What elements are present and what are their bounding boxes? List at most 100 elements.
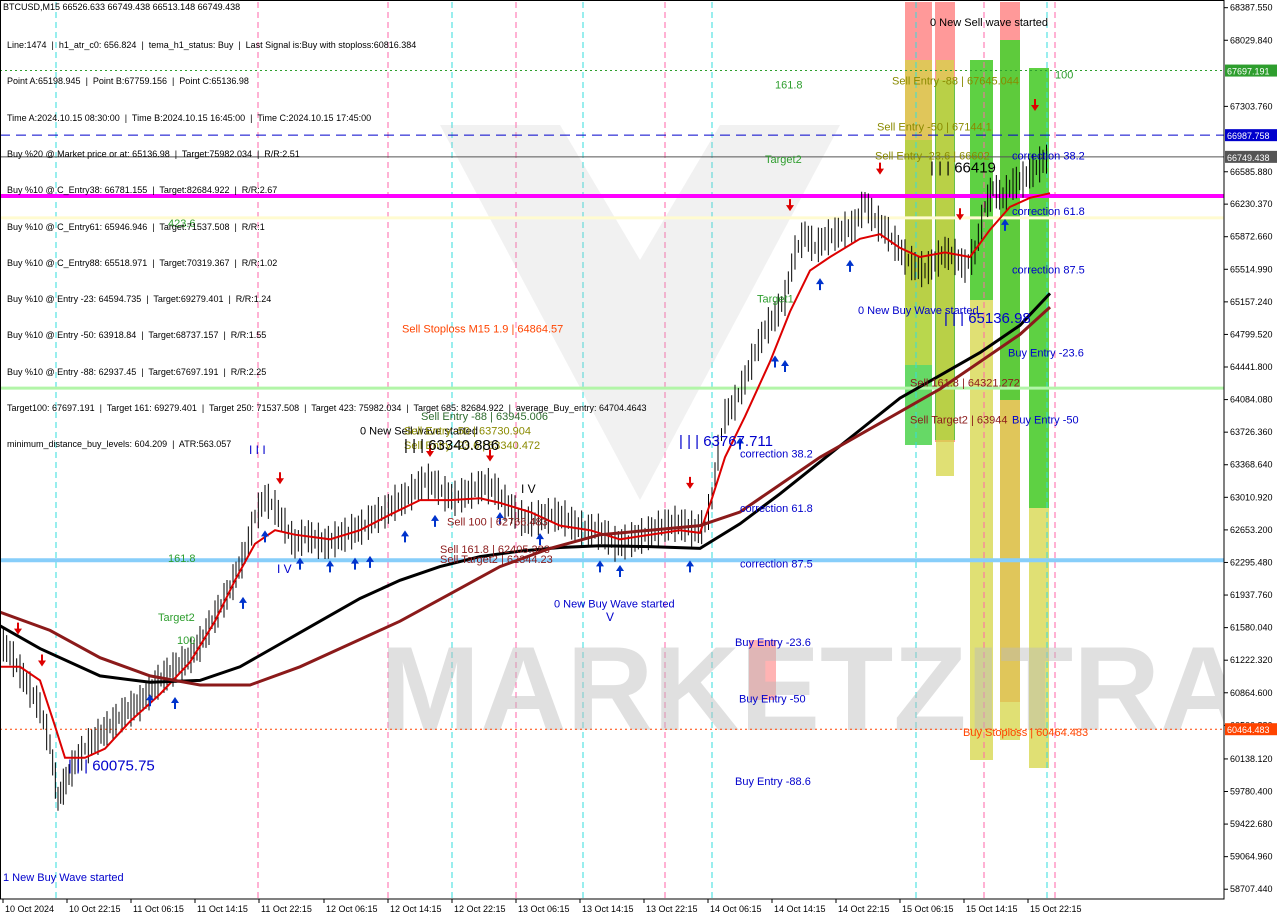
y-tick-label: 61937.760 [1230,590,1273,600]
x-tick-label: 11 Oct 14:15 [197,904,248,914]
chart-annotation: 161.8 [168,553,196,565]
y-tick-label: 60138.120 [1230,754,1273,764]
y-tick-label: 62295.480 [1230,557,1273,567]
info-line: Target100: 67697.191 | Target 161: 69279… [7,403,647,413]
chart-annotation: Buy Entry -23.6 [1008,348,1084,360]
price-tag-label: 67697.191 [1227,67,1270,77]
x-tick-label: 12 Oct 06:15 [326,904,378,914]
x-tick-label: 14 Oct 14:15 [774,904,826,914]
chart-annotation: Buy Entry -88.6 [735,776,811,788]
y-tick-label: 65872.660 [1230,232,1273,242]
chart-annotation: | | | 60075.75 [68,758,155,775]
info-line: minimum_distance_buy_levels: 604.209 | A… [7,439,232,450]
y-tick-label: 68029.840 [1230,35,1273,45]
y-tick-label: 66230.370 [1230,199,1273,209]
chart-annotation: Target1 [757,294,794,306]
y-tick-label: 68387.550 [1230,3,1273,13]
y-tick-label: 65157.240 [1230,297,1273,307]
x-tick-label: 13 Oct 14:15 [582,904,634,914]
zone-band [970,60,993,300]
info-line: Time A:2024.10.15 08:30:00 | Time B:2024… [7,112,372,123]
info-line: Buy %10 @ C_Entry38: 66781.155 | Target:… [7,185,278,196]
chart-annotation: 1 New Buy Wave started [3,872,124,884]
info-line: Buy %10 @ Entry -23: 64594.735 | Target:… [7,294,272,305]
y-axis: 68387.550 68029.840 67303.760 66585.880 6623… [1224,0,1280,920]
chart-annotation: Sell 161.8 | 64321.272 [910,377,1020,389]
y-tick-label: 61222.320 [1230,655,1273,665]
chart-annotation: I V [521,482,536,496]
info-line: Point A:65198.945 | Point B:67759.156 | … [7,76,249,87]
x-tick-label: 14 Oct 22:15 [838,904,890,914]
chart-annotation: V [606,610,614,624]
x-tick-label: 12 Oct 22:15 [454,904,506,914]
x-tick-label: 13 Oct 22:15 [646,904,698,914]
x-tick-label: 12 Oct 14:15 [390,904,442,914]
chart-annotation: | | | 65136.98 [944,310,1031,327]
chart-annotation: Target2 [158,612,195,624]
chart-title: BTCUSD,M15 66526.633 66749.438 66513.148… [3,2,241,12]
chart-annotation: correction 87.5 [1012,264,1085,276]
watermark-text: MARKETZITRADE [380,622,1280,756]
zone-band [1029,68,1049,508]
price-tag-label: 66749.438 [1227,153,1270,163]
chart-annotation: 100 [1055,69,1073,81]
y-tick-label: 63010.920 [1230,492,1273,502]
chart-annotation: correction 38.2 [1012,151,1085,163]
y-tick-label: 64441.800 [1230,362,1273,372]
chart-annotation: Sell Target2 | 62344.23 [440,554,553,566]
x-axis: 10 Oct 2024 10 Oct 22:15 11 Oct 06:15 11 Oc… [0,899,1224,920]
info-line: Buy %10 @ Entry -88: 62937.45 | Target:6… [7,366,267,377]
y-tick-label: 67303.760 [1230,101,1273,111]
x-tick-label: 15 Oct 06:15 [902,904,954,914]
chart-annotation: Sell Entry -50 | 67144.1 [877,121,992,133]
chart-annotation: Buy Entry -50 [739,693,806,705]
info-line: Buy %10 @ C_Entry88: 65518.971 | Target:… [7,257,278,268]
y-tick-label: 59422.680 [1230,819,1273,829]
y-tick-label: 63368.640 [1230,460,1273,470]
y-tick-label: 66585.880 [1230,167,1273,177]
x-tick-label: 15 Oct 14:15 [966,904,1018,914]
info-line: Buy %10 @ Entry -50: 63918.84 | Target:6… [7,330,267,341]
chart-annotation: 0 New Sell wave started [930,17,1048,29]
info-panel: Line:1474 | h1_atr_c0: 656.824 | tema_h1… [7,15,647,462]
price-tag-label: 66987.758 [1227,131,1270,141]
chart-annotation: correction 38.2 [740,448,813,460]
info-line: Line:1474 | h1_atr_c0: 656.824 | tema_h1… [7,40,417,51]
chart-annotation: 0 New Buy Wave started [554,599,675,611]
y-tick-label: 59064.960 [1230,852,1273,862]
y-tick-label: 58707.440 [1230,884,1273,894]
chart-annotation: correction 61.8 [740,503,813,515]
y-tick-label: 60864.600 [1230,688,1273,698]
chart-annotation: 161.8 [775,80,803,92]
chart-annotation: correction 87.5 [740,559,813,571]
chart-annotation: Target2 [765,154,802,166]
x-tick-label: 10 Oct 22:15 [69,904,121,914]
chart-annotation: 100 [177,635,195,647]
y-tick-label: 59780.400 [1230,787,1273,797]
y-tick-label: 61580.040 [1230,623,1273,633]
chart-annotation: Buy Entry -50 [1012,415,1079,427]
y-tick-label: 64084.080 [1230,395,1273,405]
y-tick-label: 62653.200 [1230,525,1273,535]
y-tick-label: 64799.520 [1230,329,1273,339]
info-line: Buy %10 @ C_Entry61: 65946.946 | Target:… [7,221,265,232]
chart-annotation: | | | 66419 [930,159,996,176]
y-tick-label: 63726.360 [1230,427,1273,437]
chart-annotation: Sell Entry -88 | 67645.044 [892,75,1019,87]
x-tick-label: 15 Oct 22:15 [1030,904,1082,914]
x-tick-label: 14 Oct 06:15 [710,904,762,914]
y-tick-label: 65514.990 [1230,264,1273,274]
x-tick-label: 13 Oct 06:15 [518,904,570,914]
x-tick-label: 11 Oct 06:15 [133,904,184,914]
chart-annotation: Buy Stoploss | 60464.483 [963,727,1088,739]
x-tick-label: 11 Oct 22:15 [261,904,312,914]
zone-band [905,60,932,365]
info-line: Buy %20 @ Market price or at: 65136.98 |… [7,149,300,160]
price-tag-label: 60464.483 [1227,725,1270,735]
x-tick-label: 10 Oct 2024 [5,904,54,914]
chart-annotation: correction 61.8 [1012,206,1085,218]
chart-annotation: Buy Entry -23.6 [735,637,811,649]
chart-annotation: I V [277,562,292,576]
chart-annotation: Sell Target2 | 63944 [910,415,1007,427]
chart-annotation: Sell 100 | 62766.483 [447,517,548,529]
